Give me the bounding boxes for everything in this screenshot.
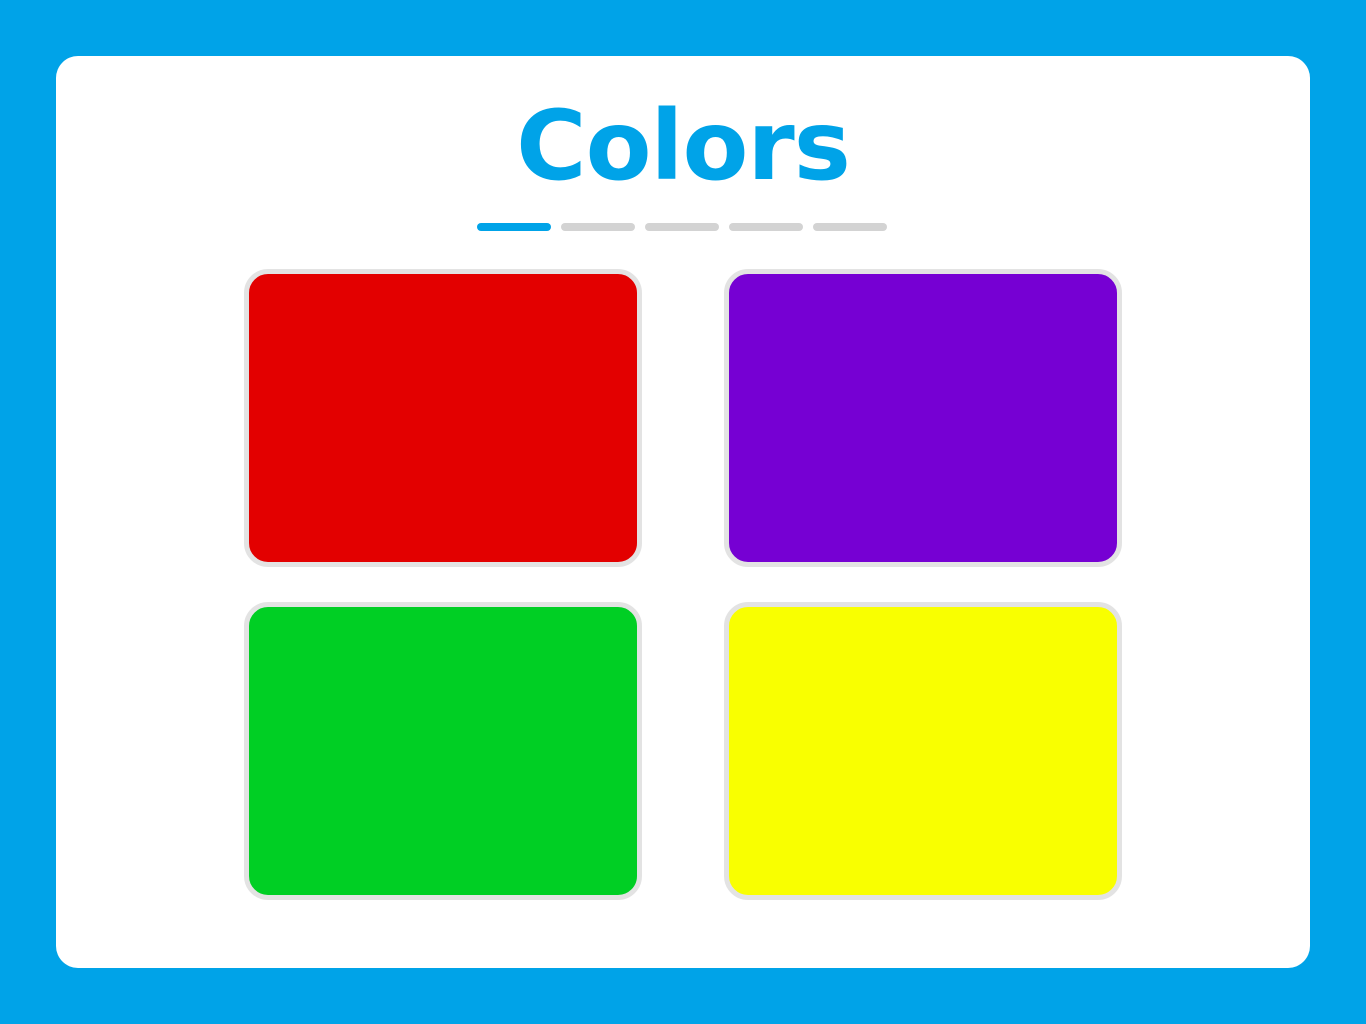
color-swatch-red[interactable] [244,269,642,567]
color-swatch-green[interactable] [244,602,642,900]
progress-segment-2 [561,223,635,231]
page-title: Colors [516,90,851,202]
progress-segment-4 [729,223,803,231]
progress-indicator [477,223,887,231]
progress-segment-1 [477,223,551,231]
color-swatch-yellow[interactable] [724,602,1122,900]
progress-segment-3 [645,223,719,231]
color-swatch-purple[interactable] [724,269,1122,567]
progress-segment-5 [813,223,887,231]
